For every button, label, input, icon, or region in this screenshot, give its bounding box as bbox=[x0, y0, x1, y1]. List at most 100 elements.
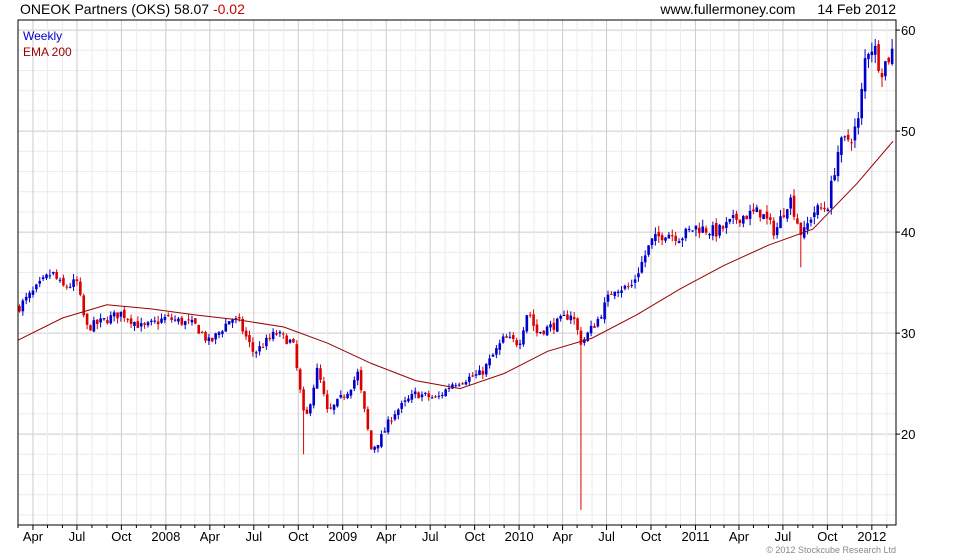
candle-body bbox=[248, 335, 251, 343]
candle-body bbox=[630, 284, 633, 286]
candle-body bbox=[430, 397, 434, 399]
y-tick-label: 50 bbox=[901, 124, 915, 139]
candle-body bbox=[48, 275, 52, 277]
legend-weekly: Weekly bbox=[23, 29, 62, 43]
x-tick-label: Jul bbox=[598, 529, 615, 544]
candle-body bbox=[99, 318, 102, 323]
candle-body bbox=[116, 312, 119, 319]
candle-body bbox=[596, 318, 600, 327]
candle-body bbox=[623, 285, 627, 289]
candle-body bbox=[268, 338, 272, 340]
candle-body bbox=[349, 389, 353, 396]
candle-body bbox=[468, 376, 471, 382]
candle-body bbox=[501, 336, 505, 343]
candle-body bbox=[359, 370, 363, 391]
candle-body bbox=[664, 237, 667, 241]
x-tick-label: Oct bbox=[111, 529, 132, 544]
candle-body bbox=[444, 389, 447, 397]
candle-body bbox=[775, 227, 779, 236]
candle-body bbox=[353, 380, 356, 389]
candle-body bbox=[133, 322, 136, 326]
candle-body bbox=[278, 331, 282, 334]
candle-body bbox=[731, 215, 735, 218]
candle-body bbox=[728, 218, 732, 222]
candle-body bbox=[742, 216, 745, 224]
candle-body bbox=[434, 396, 437, 398]
candle-body bbox=[380, 434, 383, 447]
candle-body bbox=[146, 322, 150, 326]
candle-body bbox=[735, 213, 738, 220]
candle-body bbox=[481, 370, 485, 375]
candle-body bbox=[55, 271, 58, 279]
candle-body bbox=[251, 342, 255, 352]
candle-body bbox=[400, 403, 403, 409]
candle-body bbox=[643, 255, 647, 263]
candle-body bbox=[244, 330, 248, 337]
candle-body bbox=[109, 315, 113, 324]
candle-body bbox=[694, 225, 698, 230]
candle-body bbox=[336, 398, 339, 407]
candle-body bbox=[674, 235, 677, 241]
candle-body bbox=[552, 322, 556, 330]
candle-body bbox=[183, 321, 187, 326]
candle-body bbox=[170, 317, 173, 320]
candle-body bbox=[461, 383, 464, 385]
copyright-notice: © 2012 Stockcube Research Ltd bbox=[766, 545, 896, 555]
candle-body bbox=[491, 354, 495, 357]
candle-body bbox=[535, 324, 539, 334]
candle-body bbox=[197, 325, 201, 334]
legend-ema-200: EMA 200 bbox=[23, 45, 72, 59]
candle-body bbox=[275, 333, 278, 335]
candle-body bbox=[194, 318, 197, 324]
candle-body bbox=[95, 319, 99, 324]
candle-body bbox=[572, 317, 576, 320]
candle-body bbox=[873, 45, 877, 55]
candle-body bbox=[823, 207, 826, 210]
candle-body bbox=[68, 286, 72, 288]
candle-body bbox=[698, 227, 701, 234]
candle-body bbox=[288, 339, 292, 343]
candle-body bbox=[65, 286, 69, 288]
x-axis: Apr Jul Oct 2008 Apr Jul Oct 2009 Apr Jul Oct 2010 A… bbox=[17, 525, 888, 544]
candle-body bbox=[41, 277, 45, 279]
candle-body bbox=[603, 302, 606, 320]
candle-body bbox=[403, 400, 407, 402]
y-tick-label: 30 bbox=[901, 326, 915, 341]
candle-body bbox=[853, 126, 857, 141]
candle-body bbox=[160, 318, 163, 323]
candle-body bbox=[782, 215, 786, 217]
candle-body bbox=[319, 368, 322, 380]
candle-body bbox=[508, 336, 512, 338]
candle-body bbox=[670, 235, 674, 237]
y-axis: 20 30 40 50 60 bbox=[896, 23, 915, 442]
candle-body bbox=[559, 315, 562, 319]
candle-body bbox=[346, 393, 349, 399]
candle-body bbox=[654, 234, 657, 241]
x-tick-label: Jul bbox=[245, 529, 262, 544]
x-tick-label: 2012 bbox=[857, 529, 886, 544]
candle-body bbox=[210, 337, 214, 342]
candle-body bbox=[75, 279, 79, 282]
candle-body bbox=[505, 336, 508, 338]
x-tick-label: Apr bbox=[23, 529, 44, 544]
candle-body bbox=[390, 420, 393, 422]
candle-body bbox=[35, 284, 38, 290]
candle-body bbox=[640, 261, 644, 273]
candle-body bbox=[373, 446, 376, 450]
candle-body bbox=[28, 292, 31, 299]
candle-body bbox=[366, 409, 370, 430]
candle-body bbox=[24, 296, 28, 301]
candle-body bbox=[589, 325, 593, 334]
candle-body bbox=[539, 332, 542, 334]
candle-body bbox=[687, 228, 691, 230]
x-tick-label: 2011 bbox=[681, 529, 709, 544]
chart-grid bbox=[17, 20, 896, 525]
candle-body bbox=[21, 300, 25, 312]
candle-body bbox=[576, 318, 579, 330]
candle-body bbox=[254, 352, 258, 354]
candle-body bbox=[819, 207, 823, 209]
candle-body bbox=[511, 335, 515, 340]
candle-body bbox=[616, 291, 620, 293]
candle-body bbox=[633, 279, 637, 283]
candle-body bbox=[613, 291, 617, 296]
